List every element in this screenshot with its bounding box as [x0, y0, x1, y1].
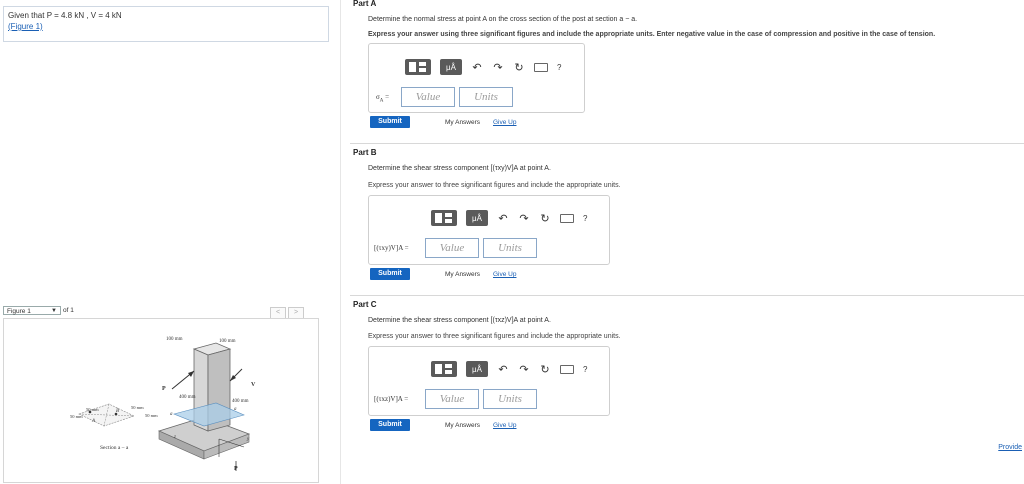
- part-b-answer-box: μÅ ↶ ↷ ↻ ? [(τxy)V]A = Value Units: [368, 195, 610, 265]
- given-text: Given that P = 4.8 kN , V = 4 kN: [8, 11, 122, 20]
- redo-icon[interactable]: ↷: [518, 212, 530, 225]
- part-a-value-input[interactable]: Value: [401, 87, 455, 107]
- redo-icon[interactable]: ↷: [518, 363, 530, 376]
- section-dim-50-c: 50 mm: [131, 405, 144, 410]
- part-b-toolbar: μÅ ↶ ↷ ↻ ?: [431, 210, 587, 226]
- part-a-answer-box: μÅ ↶ ↷ ↻ ? σA = Value Units: [368, 43, 585, 113]
- given-values: P = 4.8 kN , V = 4 kN: [46, 11, 122, 20]
- part-a-my-answers[interactable]: My Answers: [445, 119, 480, 126]
- given-prefix: Given that: [8, 11, 45, 20]
- column-divider: [340, 0, 341, 484]
- keyboard-icon[interactable]: [560, 364, 574, 374]
- part-b-units-input[interactable]: Units: [483, 238, 537, 258]
- part-a-question: Determine the normal stress at point A o…: [368, 16, 638, 23]
- undo-icon[interactable]: ↶: [471, 61, 483, 74]
- keyboard-icon[interactable]: [534, 62, 548, 72]
- part-b-my-answers[interactable]: My Answers: [445, 271, 480, 278]
- part-c-answer-box: μÅ ↶ ↷ ↻ ? [(τxz)V]A = Value Units: [368, 346, 610, 416]
- section-point-b: B: [116, 409, 120, 414]
- section-caption: Section a – a: [100, 445, 129, 451]
- units-symbol-button[interactable]: μÅ: [466, 361, 488, 377]
- part-b-value-input[interactable]: Value: [425, 238, 479, 258]
- part-b-instruction: Express your answer to three significant…: [368, 182, 621, 189]
- help-icon[interactable]: ?: [583, 365, 587, 374]
- section-dim-50-b: 50 mm: [70, 414, 83, 419]
- part-b-give-up-link[interactable]: Give Up: [493, 271, 516, 278]
- dim-400-right: 400 mm: [232, 399, 249, 404]
- part-c-units-input[interactable]: Units: [483, 389, 537, 409]
- part-a-units-input[interactable]: Units: [459, 87, 513, 107]
- units-symbol-button[interactable]: μÅ: [466, 210, 488, 226]
- part-c-instruction: Express your answer to three significant…: [368, 333, 621, 340]
- part-c-value-input[interactable]: Value: [425, 389, 479, 409]
- help-icon[interactable]: ?: [583, 214, 587, 223]
- post-diagram: [78, 342, 251, 471]
- section-dim-50-d: 50 mm: [145, 413, 158, 418]
- reset-icon[interactable]: ↻: [539, 363, 551, 376]
- y-axis-label: y: [247, 437, 250, 442]
- keyboard-icon[interactable]: [560, 213, 574, 223]
- part-a-toolbar: μÅ ↶ ↷ ↻ ?: [405, 59, 561, 75]
- part-b-title: Part B: [353, 148, 377, 157]
- part-c-my-answers[interactable]: My Answers: [445, 422, 480, 429]
- part-a-variable-label: σA =: [376, 93, 390, 104]
- z-axis-label: z: [174, 435, 176, 440]
- chevron-down-icon: ▼: [51, 308, 57, 314]
- figure-count: of 1: [63, 307, 74, 314]
- reset-icon[interactable]: ↻: [539, 212, 551, 225]
- part-b-question: Determine the shear stress component [(τ…: [368, 165, 551, 172]
- units-symbol-button[interactable]: μÅ: [440, 59, 462, 75]
- part-a-title: Part A: [353, 0, 377, 8]
- part-c-question: Determine the shear stress component [(τ…: [368, 317, 551, 324]
- part-b-submit-button[interactable]: Submit: [370, 268, 410, 280]
- part-b-variable-label: [(τxy)V]A =: [374, 244, 409, 252]
- figure-select-value: Figure 1: [7, 308, 31, 315]
- section-a-right: a: [234, 407, 237, 412]
- templates-icon[interactable]: [431, 210, 457, 226]
- dim-400-left: 400 mm: [179, 395, 196, 400]
- part-c-title: Part C: [353, 300, 377, 309]
- help-icon[interactable]: ?: [557, 63, 561, 72]
- part-c-submit-button[interactable]: Submit: [370, 419, 410, 431]
- reset-icon[interactable]: ↻: [513, 61, 525, 74]
- figure-area: 100 mm 100 mm P V 400 mm 400 mm a a z y …: [3, 318, 319, 483]
- provide-feedback-link[interactable]: Provide: [998, 444, 1022, 451]
- dim-100-left: 100 mm: [166, 337, 183, 342]
- section-dim-50-a: 50 mm: [86, 407, 99, 412]
- part-c-give-up-link[interactable]: Give Up: [493, 422, 516, 429]
- v-force-label: V: [251, 382, 256, 388]
- figure-link[interactable]: (Figure 1): [8, 22, 43, 31]
- part-c-toolbar: μÅ ↶ ↷ ↻ ?: [431, 361, 587, 377]
- figure-select[interactable]: Figure 1 ▼: [3, 306, 61, 315]
- sigma-subscript: A: [379, 98, 384, 104]
- divider-b-c: [350, 295, 1024, 296]
- part-a-submit-button[interactable]: Submit: [370, 116, 410, 128]
- part-a-instruction: Express your answer using three signific…: [368, 31, 936, 38]
- undo-icon[interactable]: ↶: [497, 363, 509, 376]
- redo-icon[interactable]: ↷: [492, 61, 504, 74]
- part-c-variable-label: [(τxz)V]A =: [374, 395, 409, 403]
- templates-icon[interactable]: [405, 59, 431, 75]
- part-a-give-up-link[interactable]: Give Up: [493, 119, 516, 126]
- undo-icon[interactable]: ↶: [497, 212, 509, 225]
- dim-100-right: 100 mm: [219, 339, 236, 344]
- section-point-a: A: [92, 419, 96, 424]
- p-force-label: P: [162, 386, 166, 392]
- templates-icon[interactable]: [431, 361, 457, 377]
- p-bottom-label: P: [234, 466, 238, 472]
- section-a-left: a: [170, 412, 173, 417]
- divider-a-b: [350, 143, 1024, 144]
